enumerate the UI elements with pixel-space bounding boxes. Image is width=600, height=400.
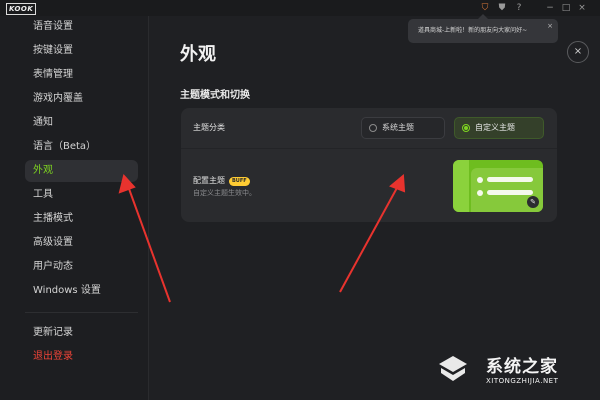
app-logo: KOOK (6, 3, 37, 15)
edit-icon[interactable]: ✎ (527, 196, 539, 208)
sidebar-item-logout[interactable]: 退出登录 (25, 346, 138, 368)
watermark-logo (439, 356, 467, 381)
sidebar-item-in-game-overlay[interactable]: 游戏内覆盖 (25, 88, 138, 110)
theme-settings-card: 主题分类 系统主题 自定义主题 配置主题 BUFF 自定义主题生效中。 ✎ (181, 108, 557, 222)
toast-close-icon[interactable]: × (547, 22, 553, 30)
watermark-url: XITONGZHIJIA.NET (486, 377, 559, 385)
sidebar-item-emoji-management[interactable]: 表情管理 (25, 64, 138, 86)
sidebar-item-user-activity[interactable]: 用户动态 (25, 256, 138, 278)
sidebar-item-notifications[interactable]: 通知 (25, 112, 138, 134)
system-theme-label: 系统主题 (382, 123, 414, 132)
sidebar-item-changelog[interactable]: 更新记录 (25, 322, 138, 344)
section-title: 主题模式和切换 (180, 90, 250, 101)
maximize-icon[interactable]: □ (561, 3, 571, 13)
sidebar-item-windows-settings[interactable]: Windows 设置 (25, 280, 138, 302)
system-theme-option[interactable]: 系统主题 (361, 117, 445, 139)
radio-checked-icon (462, 124, 470, 132)
custom-theme-label: 自定义主题 (475, 123, 515, 132)
preview-dot (477, 190, 483, 196)
sidebar-item-voice-settings[interactable]: 语音设置 (25, 16, 138, 38)
config-theme-label: 配置主题 (193, 176, 225, 185)
custom-theme-option[interactable]: 自定义主题 (454, 117, 544, 139)
sidebar-item-tools[interactable]: 工具 (25, 184, 138, 206)
minimize-icon[interactable]: − (545, 3, 555, 13)
shirt-icon[interactable]: ⛊ (497, 3, 507, 13)
theme-preview-thumbnail[interactable]: ✎ (453, 160, 543, 212)
sidebar-item-appearance[interactable]: 外观 (25, 160, 138, 182)
help-icon[interactable]: ? (514, 3, 524, 13)
watermark-text: 系统之家 (486, 357, 558, 377)
preview-dot (477, 177, 483, 183)
preview-line (487, 177, 533, 182)
preview-line (487, 190, 533, 195)
buff-badge: BUFF (229, 177, 250, 186)
title-bar: KOOK ⛉ ⛊ ? − □ × (0, 0, 600, 16)
store-icon[interactable]: ⛉ (480, 3, 490, 13)
toast-notification[interactable]: 道具商城-上新啦！新的朋友向大家问好~ × (408, 19, 558, 43)
close-settings-button[interactable]: × (567, 41, 589, 63)
radio-unchecked-icon (369, 124, 377, 132)
theme-category-label: 主题分类 (193, 123, 225, 132)
sidebar-item-advanced[interactable]: 高级设置 (25, 232, 138, 254)
config-theme-description: 自定义主题生效中。 (193, 189, 256, 197)
page-title: 外观 (180, 44, 216, 65)
window-close-icon[interactable]: × (577, 3, 587, 13)
config-theme-title: 配置主题 BUFF (193, 175, 250, 186)
card-divider (181, 148, 557, 149)
preview-sidebar-strip (453, 160, 469, 212)
toast-text: 道具商城-上新啦！新的朋友向大家问好~ (418, 27, 528, 34)
sidebar-item-key-settings[interactable]: 按键设置 (25, 40, 138, 62)
sidebar-divider (25, 312, 138, 313)
sidebar-item-language[interactable]: 语言（Beta） (25, 136, 138, 158)
sidebar-item-streamer-mode[interactable]: 主播模式 (25, 208, 138, 230)
